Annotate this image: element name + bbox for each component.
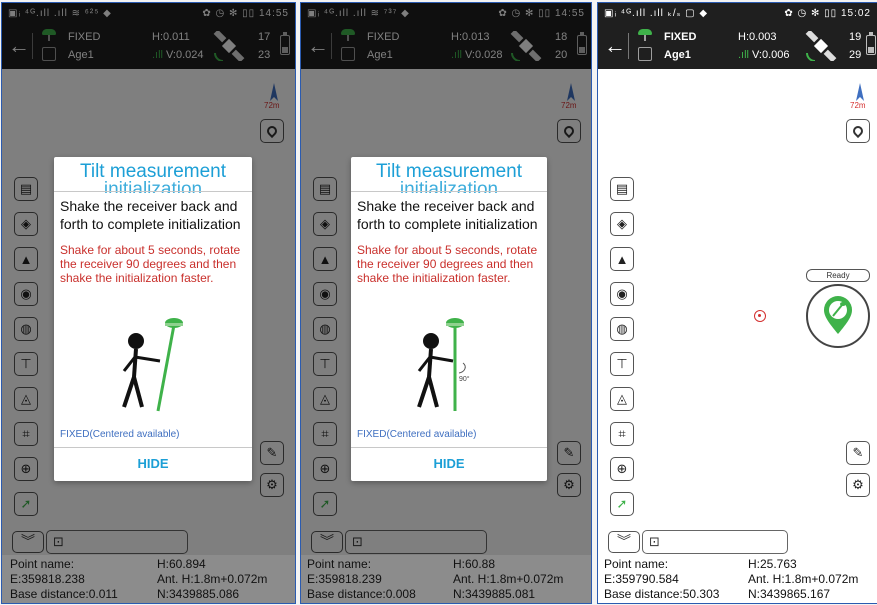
info-panel: Point name: H:60.894 E:359818.238 Ant. H… <box>2 555 295 603</box>
toolbar: ← FIXED Age1 H:0.003 .ıll V:0.006 19 29 <box>598 23 877 69</box>
chevron-down-icon: ︾ <box>617 533 631 549</box>
fix-status-text: FIXED(Centered available) <box>60 429 180 440</box>
v-precision: V:0.006 <box>752 49 790 61</box>
status-left: ▣ᵢ ⁴ᴳ.ıll .ıll ₖ/ₛ ▢ ◆ <box>604 7 709 19</box>
hide-button[interactable]: HIDE <box>351 451 547 477</box>
map-pin-icon: ◬ <box>617 391 627 406</box>
dialog-warning-text: Shake for about 5 seconds, rotate the re… <box>357 243 538 285</box>
divider <box>351 447 547 448</box>
h-precision: H:0.003 <box>738 31 777 43</box>
phone-screen-1: ▣ᵢ ⁴ᴳ.ıll .ıll ≋ ⁶²⁵ ◆ ✿ ◷ ✻ ▯▯ 14:55 ← … <box>1 2 296 604</box>
navigate-icon: ▲ <box>615 251 629 267</box>
fix-status: FIXED <box>664 31 697 43</box>
base-distance: Base distance:50.303 <box>604 587 720 601</box>
divider <box>351 191 547 192</box>
target-point-icon[interactable] <box>754 310 766 322</box>
satellite-icon[interactable] <box>804 31 838 61</box>
navigate-button[interactable]: ▲ <box>610 247 634 271</box>
scale-label: 72m <box>850 101 866 110</box>
easting-value: E:359818.238 <box>10 572 85 586</box>
map-pin-button[interactable]: ◬ <box>610 387 634 411</box>
phone-screen-2: ▣ᵢ ⁴ᴳ.ıll .ıll ≋ ⁷³⁷ ◆ ✿ ◷ ✻ ▯▯ 14:55 ← … <box>300 2 592 604</box>
height-value: H:60.894 <box>157 557 206 571</box>
height-value: H:60.88 <box>453 557 496 571</box>
tilt-survey-button[interactable] <box>806 284 870 348</box>
tilt-dialog: Tilt measurement initialization Shake th… <box>351 157 547 481</box>
stakeout-button[interactable]: ◉ <box>610 282 634 306</box>
tilt-dialog: Tilt measurement initialization Shake th… <box>54 157 252 481</box>
hide-button[interactable]: HIDE <box>54 451 252 477</box>
edit-button[interactable]: ✎ <box>846 441 870 465</box>
gear-icon: ⚙ <box>852 477 864 492</box>
receiver-icon <box>638 29 652 43</box>
status-right: ✿ ◷ ✻ ▯▯ 15:02 <box>784 7 871 19</box>
back-arrow-icon[interactable]: ← <box>604 35 626 57</box>
dialog-main-text: Shake the receiver back and forth to com… <box>357 198 538 232</box>
antenna-height: Ant. H:1.8m+0.072m <box>748 572 859 586</box>
tilt-button[interactable]: ➚ <box>610 492 634 516</box>
layers-icon: ▤ <box>615 181 629 196</box>
layers-button[interactable]: ▤ <box>610 177 634 201</box>
crosshair-small-icon: ⊡ <box>649 534 660 549</box>
locate-button[interactable] <box>846 119 870 143</box>
divider <box>54 447 252 448</box>
point-input[interactable]: ⊡ <box>642 530 788 554</box>
target-a-icon: ◈ <box>617 216 627 231</box>
collapse-button[interactable]: ︾ <box>608 531 640 553</box>
tilt-pin-icon <box>824 296 852 334</box>
survey-point-button[interactable]: ◍ <box>610 317 634 341</box>
northing-value: N:3439885.086 <box>157 587 240 601</box>
fix-status-text: FIXED(Centered available) <box>357 429 477 440</box>
crosshair-icon: ⊕ <box>616 461 628 476</box>
northing-value: N:3439865.167 <box>748 587 831 601</box>
antenna-height: Ant. H:1.8m+0.072m <box>453 572 564 586</box>
center-button[interactable]: ⊕ <box>610 457 634 481</box>
northing-value: N:3439885.081 <box>453 587 536 601</box>
base-distance: Base distance:0.011 <box>10 587 118 601</box>
height-value: H:25.763 <box>748 557 797 571</box>
antenna-height: Ant. H:1.8m+0.072m <box>157 572 268 586</box>
rotate-figure-illustration <box>417 318 466 411</box>
point-name-label: Point name: <box>307 557 372 571</box>
info-panel: Point name: H:25.763 E:359790.584 Ant. H… <box>598 555 877 603</box>
ready-badge: Ready <box>806 269 870 282</box>
sat-count-top: 19 <box>849 31 862 43</box>
base-distance: Base distance:0.008 <box>307 587 416 601</box>
controller-icon <box>638 47 652 61</box>
divider <box>628 33 629 59</box>
tilt-icon: ➚ <box>616 496 628 511</box>
angle-label: 90° <box>459 376 470 383</box>
v-precision-row: .ıll V:0.006 <box>738 49 790 61</box>
shake-figure-illustration <box>122 318 183 412</box>
dialog-warning-text: Shake for about 5 seconds, rotate the re… <box>60 243 241 285</box>
stakeout-pin-icon: ◉ <box>616 286 628 301</box>
settings-button[interactable]: ⚙ <box>846 473 870 497</box>
point-name-label: Point name: <box>604 557 669 571</box>
battery-icon <box>866 32 876 55</box>
point-a-button[interactable]: ◈ <box>610 212 634 236</box>
dialog-main-text: Shake the receiver back and forth to com… <box>60 198 241 232</box>
status-bar: ▣ᵢ ⁴ᴳ.ıll .ıll ₖ/ₛ ▢ ◆ ✿ ◷ ✻ ▯▯ 15:02 <box>598 3 877 23</box>
fullscreen-button[interactable]: ⌗ <box>610 422 634 446</box>
easting-value: E:359818.239 <box>307 572 382 586</box>
locate-pin-icon <box>850 123 866 139</box>
pole-height-button[interactable]: ⊤ <box>610 352 634 376</box>
fullscreen-icon: ⌗ <box>618 426 626 441</box>
divider <box>54 191 252 192</box>
age-label: Age1 <box>664 49 691 61</box>
info-panel: Point name: H:60.88 E:359818.239 Ant. H:… <box>301 555 591 603</box>
survey-pin-icon: ◍ <box>616 321 628 336</box>
edit-icon: ✎ <box>852 445 864 460</box>
point-name-label: Point name: <box>10 557 75 571</box>
signal-bars-icon: .ıll <box>738 49 749 61</box>
sat-count-bottom: 29 <box>849 49 862 61</box>
pole-icon: ⊤ <box>616 356 628 371</box>
phone-screen-3: ▣ᵢ ⁴ᴳ.ıll .ıll ₖ/ₛ ▢ ◆ ✿ ◷ ✻ ▯▯ 15:02 ← … <box>597 2 877 604</box>
easting-value: E:359790.584 <box>604 572 679 586</box>
